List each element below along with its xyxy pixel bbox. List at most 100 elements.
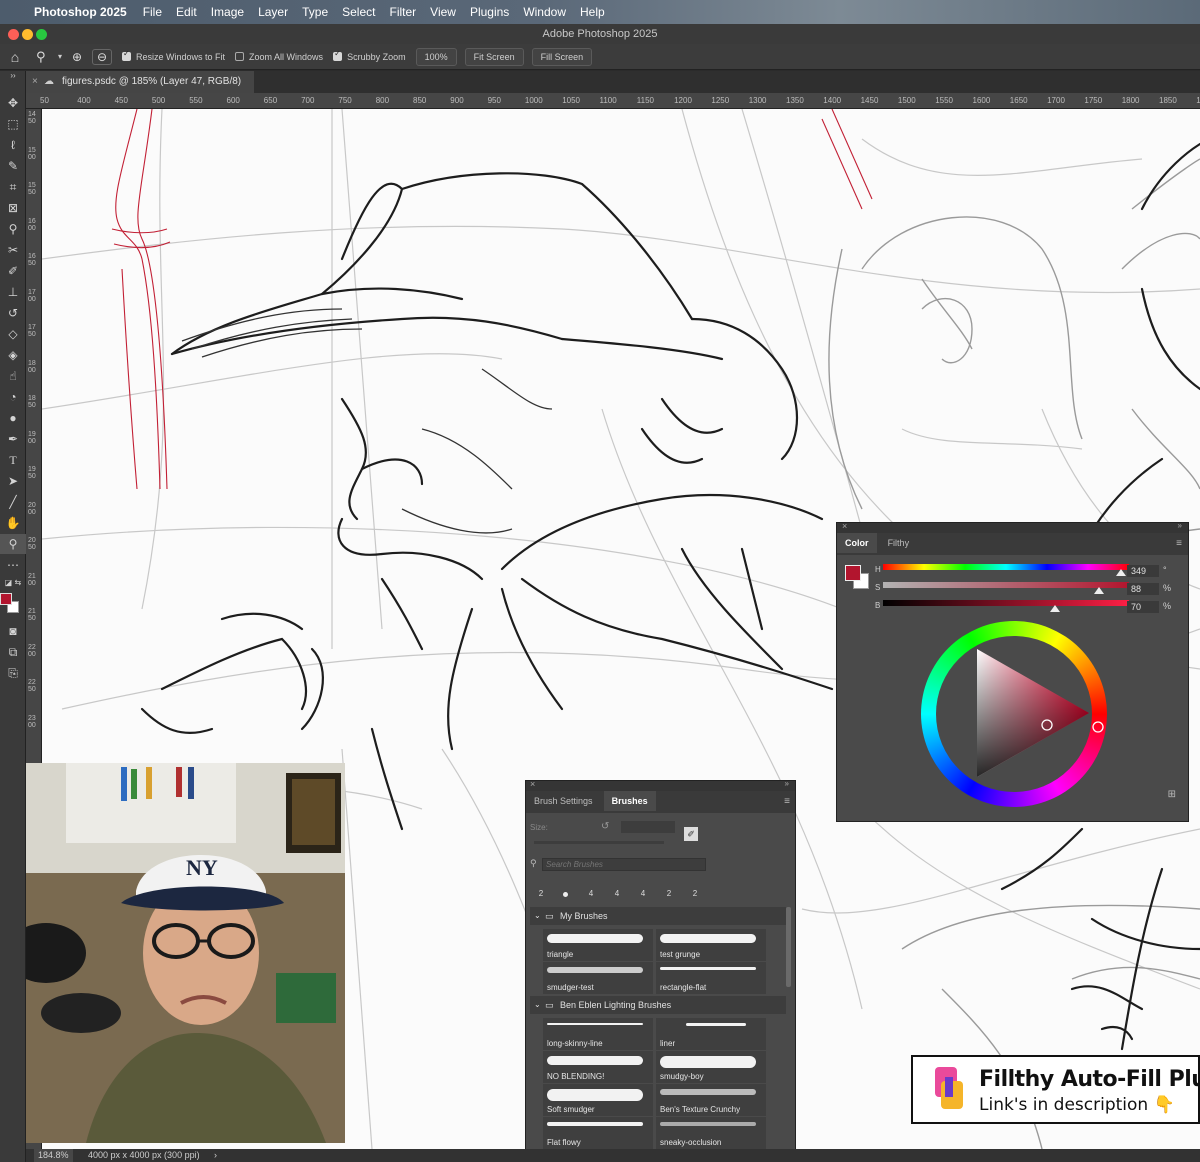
hue-handle[interactable] bbox=[1116, 569, 1127, 576]
close-window-button[interactable] bbox=[8, 29, 19, 40]
recent-brush-tip[interactable]: 2 bbox=[684, 877, 706, 899]
zoom-out-icon[interactable]: ⊖ bbox=[92, 48, 112, 65]
brush-preset[interactable]: sneaky-occlusion bbox=[656, 1117, 766, 1149]
brush-edit-icon[interactable]: ✐ bbox=[684, 827, 698, 841]
menu-image[interactable]: Image bbox=[211, 5, 244, 19]
brush-preset[interactable]: smudgy-boy bbox=[656, 1051, 766, 1083]
brush-group-my-brushes[interactable]: ⌄ ▭ My Brushes bbox=[530, 907, 786, 925]
menu-filter[interactable]: Filter bbox=[389, 5, 416, 19]
menu-select[interactable]: Select bbox=[342, 5, 375, 19]
minimize-window-button[interactable] bbox=[22, 29, 33, 40]
share-icon[interactable]: ⎘ bbox=[0, 663, 26, 683]
recent-brush-tip[interactable]: 2 bbox=[530, 877, 552, 899]
brush-preset[interactable]: rectangle-flat bbox=[656, 962, 766, 994]
menu-file[interactable]: File bbox=[143, 5, 162, 19]
smudge-tool-icon[interactable]: ☝ bbox=[0, 366, 26, 386]
brush-group-ben-eblen[interactable]: ⌄ ▭ Ben Eblen Lighting Brushes bbox=[530, 996, 786, 1014]
color-triangle[interactable] bbox=[921, 621, 1107, 807]
menu-layer[interactable]: Layer bbox=[258, 5, 288, 19]
brush-preset[interactable]: Ben's Texture Crunchy bbox=[656, 1084, 766, 1116]
brush-preset[interactable]: Flat flowy bbox=[543, 1117, 653, 1149]
paint-bucket-tool-icon[interactable]: ◈ bbox=[0, 345, 26, 365]
brush-preset[interactable]: liner bbox=[656, 1018, 766, 1050]
crop-tool-icon[interactable]: ⌗ bbox=[0, 177, 26, 197]
menu-plugins[interactable]: Plugins bbox=[470, 5, 509, 19]
type-tool-icon[interactable]: T bbox=[0, 450, 26, 470]
line-tool-icon[interactable]: ╱ bbox=[0, 492, 26, 512]
hue-ring-marker[interactable] bbox=[1092, 721, 1104, 733]
home-icon[interactable]: ⌂ bbox=[0, 49, 30, 65]
status-info-arrow[interactable]: › bbox=[214, 1149, 217, 1162]
brush-preset[interactable]: NO BLENDING! bbox=[543, 1051, 653, 1083]
eraser-tool-icon[interactable]: ◇ bbox=[0, 324, 26, 344]
brush-preset[interactable]: test grunge bbox=[656, 929, 766, 961]
recent-brush-tip[interactable]: 4 bbox=[606, 877, 628, 899]
brush-preset[interactable]: triangle bbox=[543, 929, 653, 961]
size-slider[interactable] bbox=[534, 841, 664, 844]
close-icon[interactable]: × bbox=[842, 521, 847, 531]
tab-filthy[interactable]: Filthy bbox=[880, 533, 918, 553]
resize-windows-checkbox[interactable]: Resize Windows to Fit bbox=[122, 49, 225, 62]
zoom-all-checkbox[interactable]: Zoom All Windows bbox=[235, 51, 323, 62]
scrubby-zoom-checkbox[interactable]: Scrubby Zoom bbox=[333, 49, 406, 62]
brightness-value-input[interactable]: 70 bbox=[1127, 601, 1159, 613]
brush-preset[interactable]: Soft smudger bbox=[543, 1084, 653, 1116]
zoom-tool-icon[interactable]: ⚲ bbox=[0, 534, 26, 554]
marquee-tool-icon[interactable]: ⬚ bbox=[0, 114, 26, 134]
default-colors-icon[interactable]: ◪ ⇆ bbox=[0, 573, 26, 593]
brush-preset[interactable]: smudger-test bbox=[543, 962, 653, 994]
eyedropper-tool-icon[interactable]: ⚲ bbox=[0, 219, 26, 239]
close-tab-icon[interactable]: × bbox=[32, 71, 38, 93]
recent-brush-tip[interactable]: 4 bbox=[580, 877, 602, 899]
history-brush-tool-icon[interactable]: ↺ bbox=[0, 303, 26, 323]
brightness-handle[interactable] bbox=[1050, 605, 1061, 612]
brightness-slider[interactable] bbox=[883, 599, 1129, 613]
dodge-tool-icon[interactable]: ● bbox=[0, 408, 26, 428]
zoom-level[interactable]: 184.8% bbox=[34, 1149, 73, 1162]
move-tool-icon[interactable]: ✥ bbox=[0, 93, 26, 113]
close-icon[interactable]: × bbox=[530, 781, 535, 789]
blur-tool-icon[interactable]: ◔ bbox=[0, 387, 26, 407]
zoom-in-icon[interactable]: ⊕ bbox=[72, 50, 92, 64]
document-tab[interactable]: × ☁ figures.psdc @ 185% (Layer 47, RGB/8… bbox=[26, 71, 254, 93]
brushes-scrollbar[interactable] bbox=[786, 907, 791, 987]
lasso-tool-icon[interactable]: ℓ bbox=[0, 135, 26, 155]
collapse-icon[interactable]: » bbox=[785, 781, 789, 788]
saturation-handle[interactable] bbox=[1094, 587, 1105, 594]
menu-app-name[interactable]: Photoshop 2025 bbox=[34, 5, 127, 19]
panel-menu-icon[interactable]: ≡ bbox=[784, 796, 790, 807]
more-tools-icon[interactable]: ⋯ bbox=[0, 555, 26, 575]
menu-help[interactable]: Help bbox=[580, 5, 605, 19]
fit-screen-button[interactable]: Fit Screen bbox=[464, 47, 524, 66]
saturation-value-input[interactable]: 88 bbox=[1127, 583, 1159, 595]
hand-tool-icon[interactable]: ✋ bbox=[0, 513, 26, 533]
hue-value-input[interactable]: 349 bbox=[1127, 565, 1159, 577]
fill-screen-button[interactable]: Fill Screen bbox=[531, 47, 593, 66]
collapse-icon[interactable]: » bbox=[1178, 521, 1182, 530]
hue-slider[interactable] bbox=[883, 563, 1129, 577]
frame-tool-icon[interactable]: ⊠ bbox=[0, 198, 26, 218]
search-brushes-input[interactable] bbox=[542, 858, 706, 871]
horizontal-ruler[interactable]: 50 400 450 500 550 600 650 700 750 800 850 900 950 10… bbox=[26, 93, 1200, 109]
healing-brush-tool-icon[interactable]: ✂ bbox=[0, 240, 26, 260]
size-input[interactable] bbox=[621, 821, 675, 833]
brush-preset[interactable]: long-skinny-line bbox=[543, 1018, 653, 1050]
tab-color[interactable]: Color bbox=[837, 533, 877, 553]
saturation-slider[interactable] bbox=[883, 581, 1129, 595]
zoom-100-button[interactable]: 100% bbox=[415, 47, 457, 66]
tab-brushes[interactable]: Brushes bbox=[603, 791, 656, 811]
recent-brush-tip[interactable]: 2 bbox=[658, 877, 680, 899]
foreground-color-swatch[interactable] bbox=[0, 593, 12, 605]
zoom-tool-preset-icon[interactable]: ⚲ bbox=[36, 49, 58, 65]
menu-window[interactable]: Window bbox=[523, 5, 566, 19]
toolbar-collapse-icon[interactable]: ›› bbox=[0, 71, 26, 91]
pen-tool-icon[interactable]: ✒ bbox=[0, 429, 26, 449]
chevron-down-icon[interactable]: ▾ bbox=[58, 52, 72, 61]
foreground-color-chip[interactable] bbox=[845, 565, 861, 581]
screen-mode-icon[interactable]: ⧉ bbox=[0, 642, 26, 662]
menu-view[interactable]: View bbox=[430, 5, 456, 19]
panel-menu-icon[interactable]: ≡ bbox=[1176, 538, 1182, 549]
path-selection-tool-icon[interactable]: ➤ bbox=[0, 471, 26, 491]
tab-brush-settings[interactable]: Brush Settings bbox=[526, 791, 601, 811]
zoom-window-button[interactable] bbox=[36, 29, 47, 40]
